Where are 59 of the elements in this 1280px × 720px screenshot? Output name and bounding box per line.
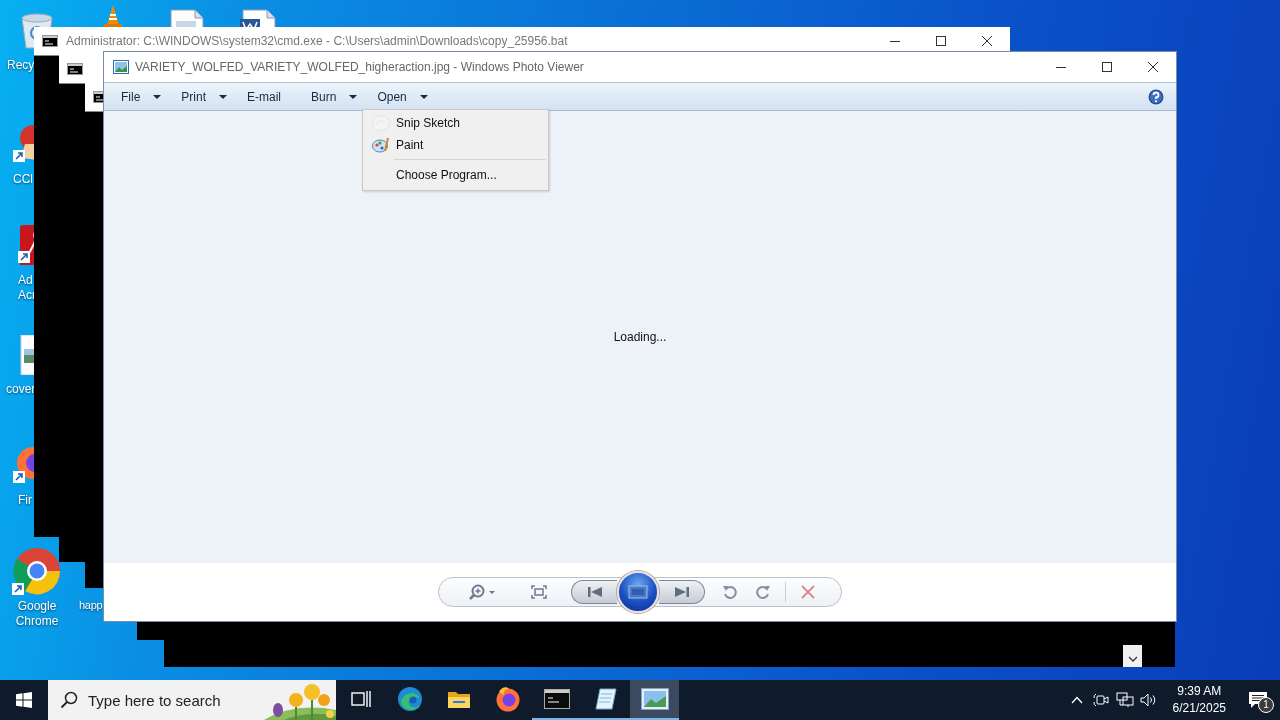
screen-icon <box>628 585 648 599</box>
notification-count-badge: 1 <box>1258 697 1274 713</box>
dropdown-caret-icon <box>349 94 358 99</box>
menu-button[interactable]: File <box>111 84 172 109</box>
console-icon <box>543 689 570 709</box>
skip-back-icon <box>586 586 603 598</box>
image-file-icon[interactable] <box>20 335 34 375</box>
edge-browser-icon <box>396 686 423 712</box>
skip-forward-icon <box>673 586 690 598</box>
scroll-down-button[interactable] <box>1123 645 1142 667</box>
menu-button[interactable]: Burn <box>301 84 368 109</box>
console-icon <box>42 35 58 47</box>
close-icon <box>982 36 992 46</box>
menu-button[interactable]: Print <box>171 84 238 109</box>
photo-viewer-icon <box>113 60 129 74</box>
speaker-icon <box>1139 692 1158 708</box>
loading-text: Loading... <box>613 330 667 344</box>
help-icon <box>1148 88 1164 105</box>
fit-frame-icon <box>531 585 547 599</box>
chevron-up-icon <box>1070 696 1083 704</box>
palette-icon <box>371 137 390 153</box>
next-button[interactable] <box>659 580 705 604</box>
close-icon <box>801 585 815 599</box>
maximize-icon <box>1102 62 1112 72</box>
window-title: Administrator: C:\WINDOWS\system32\cmd.exe - C:\Users\admin\Downloads\copy_25956.bat <box>66 34 568 48</box>
windows-logo-icon <box>16 692 32 708</box>
close-icon <box>1148 62 1158 72</box>
folder-icon <box>446 689 471 709</box>
notepad-icon <box>593 687 618 711</box>
menu-item[interactable]: Paint <box>365 134 546 156</box>
rotate-left-icon <box>722 584 738 600</box>
search-field[interactable]: Type here to search <box>86 690 254 710</box>
menu-button[interactable]: Open <box>367 84 438 109</box>
camera-icon <box>1092 692 1109 708</box>
photo-viewer-icon <box>640 688 669 710</box>
console-icon <box>67 63 83 75</box>
dropdown-caret-icon <box>219 94 228 99</box>
window-title: VARIETY_WOLFED_VARIETY_WOLFED_higheraction.jpg - Windows Photo Viewer <box>135 60 584 74</box>
document-shortcut-icon[interactable] <box>18 225 34 265</box>
dropdown-caret-icon <box>153 94 162 99</box>
taskbar-app-button[interactable] <box>630 680 679 720</box>
menu-item[interactable]: Snip Sketch <box>365 112 546 134</box>
rotate-right-icon <box>755 584 771 600</box>
network-icon <box>1115 692 1134 708</box>
slideshow-button[interactable] <box>617 571 659 613</box>
traffic-cone-icon[interactable] <box>104 5 122 27</box>
search-icon <box>60 691 78 709</box>
dropdown-caret-icon <box>419 94 428 99</box>
firefox-icon <box>494 686 521 712</box>
chrome-shortcut-icon[interactable] <box>12 547 62 595</box>
clock[interactable]: 9:39 AM 6/21/2025 <box>1160 680 1236 720</box>
previous-button[interactable] <box>571 580 617 604</box>
menu-item[interactable]: Choose Program... <box>365 163 546 187</box>
menu-button[interactable]: E-mail <box>237 84 292 109</box>
task-view-icon <box>350 690 371 708</box>
notifications-button[interactable]: 1 <box>1236 680 1280 720</box>
search-box[interactable]: Type here to search <box>48 680 336 720</box>
chevron-down-icon <box>1127 656 1138 662</box>
maximize-icon <box>936 36 946 46</box>
